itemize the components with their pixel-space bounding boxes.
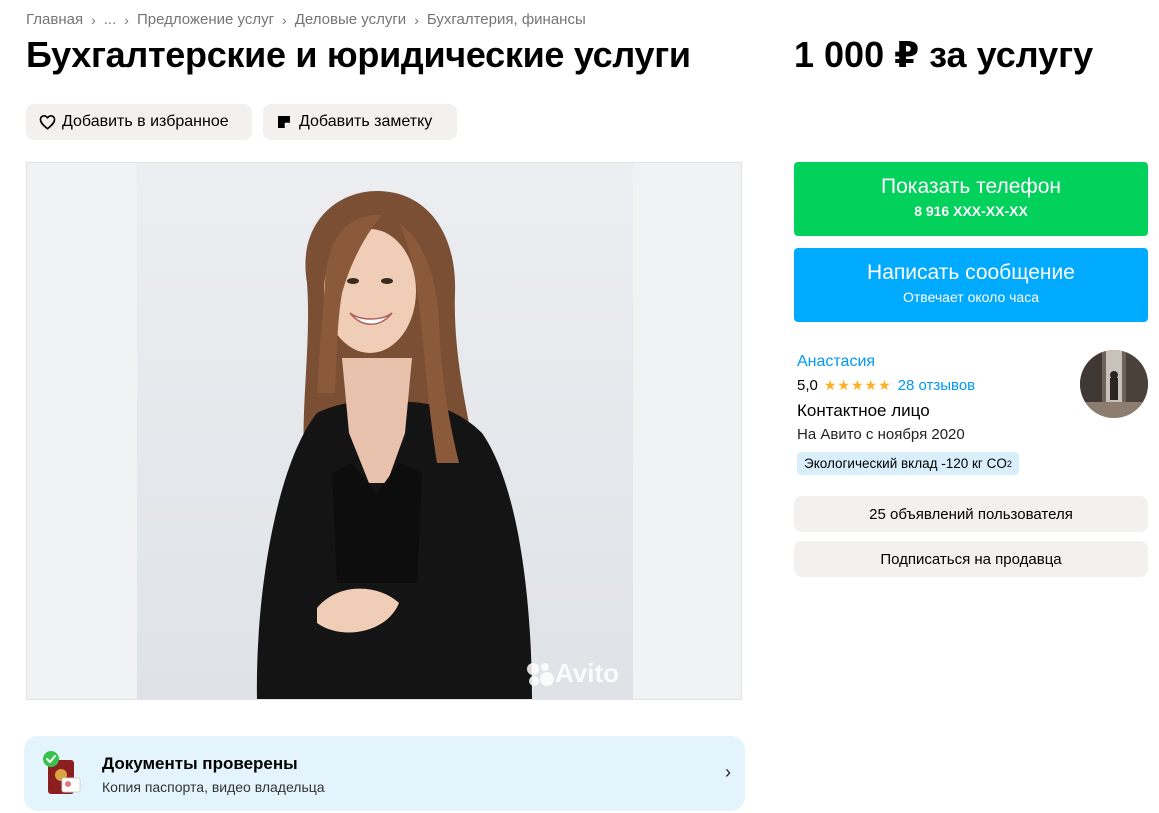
add-to-favorites-label: Добавить в избранное <box>62 113 229 130</box>
seller-rating: 5,0 ★★★★★ 28 отзывов <box>797 377 975 394</box>
eco-badge-subscript: 2 <box>1006 458 1012 469</box>
rating-stars-icon: ★★★★★ <box>823 377 892 393</box>
page-title: Бухгалтерские и юридические услуги <box>26 34 691 75</box>
add-note-button[interactable]: Добавить заметку <box>263 104 457 140</box>
price: 1 000 ₽ за услугу <box>794 34 1094 75</box>
show-phone-label: Показать телефон <box>881 175 1061 198</box>
subscribe-seller-button[interactable]: Подписаться на продавца <box>794 541 1148 577</box>
add-to-favorites-button[interactable]: Добавить в избранное <box>26 104 252 140</box>
breadcrumb-separator: › <box>91 11 96 28</box>
add-note-label: Добавить заметку <box>299 113 433 130</box>
listing-photo[interactable]: Avito <box>137 163 633 699</box>
chevron-right-icon: › <box>725 762 731 782</box>
breadcrumb-separator: › <box>282 11 287 28</box>
breadcrumb-business-services[interactable]: Деловые услуги <box>295 11 406 28</box>
reviews-link[interactable]: 28 отзывов <box>898 377 976 394</box>
documents-subtitle: Копия паспорта, видео владельца <box>102 779 325 795</box>
seller-ads-button[interactable]: 25 объявлений пользователя <box>794 496 1148 532</box>
write-message-label: Написать сообщение <box>867 261 1075 284</box>
watermark-text: Avito <box>554 658 619 688</box>
breadcrumb-accounting[interactable]: Бухгалтерия, финансы <box>427 11 586 28</box>
photo-gallery[interactable]: Avito <box>26 162 742 700</box>
avito-logo-icon <box>526 662 554 686</box>
breadcrumb-ellipsis[interactable]: ... <box>104 11 117 28</box>
seller-role: Контактное лицо <box>797 401 930 420</box>
note-icon <box>275 113 293 131</box>
breadcrumb-home[interactable]: Главная <box>26 11 83 28</box>
documents-title: Документы проверены <box>102 754 298 773</box>
eco-contribution-badge[interactable]: Экологический вклад -120 кг CO 2 <box>797 452 1019 475</box>
passport-check-icon <box>42 750 84 796</box>
show-phone-button[interactable]: Показать телефон 8 916 XXX-XX-XX <box>794 162 1148 236</box>
rating-value: 5,0 <box>797 377 818 394</box>
masked-phone-number: 8 916 XXX-XX-XX <box>914 203 1028 219</box>
eco-badge-text: Экологический вклад -120 кг CO <box>804 456 1007 471</box>
response-time-label: Отвечает около часа <box>902 289 1040 305</box>
seller-ads-label: 25 объявлений пользователя <box>869 505 1073 523</box>
avito-watermark: Avito <box>525 658 619 689</box>
subscribe-seller-label: Подписаться на продавца <box>880 550 1062 568</box>
write-message-button[interactable]: Написать сообщение Отвечает около часа <box>794 248 1148 322</box>
seller-since: На Авито с ноября 2020 <box>797 426 965 443</box>
breadcrumb-separator: › <box>414 11 419 28</box>
seller-avatar[interactable] <box>1080 350 1148 418</box>
documents-verified-card[interactable]: Документы проверены Копия паспорта, виде… <box>24 736 745 811</box>
heart-icon <box>38 113 56 131</box>
breadcrumb-separator: › <box>124 11 129 28</box>
breadcrumb-services[interactable]: Предложение услуг <box>137 11 274 28</box>
breadcrumb: Главная › ... › Предложение услуг › Дело… <box>26 11 586 28</box>
seller-name-link[interactable]: Анастасия <box>797 353 875 371</box>
